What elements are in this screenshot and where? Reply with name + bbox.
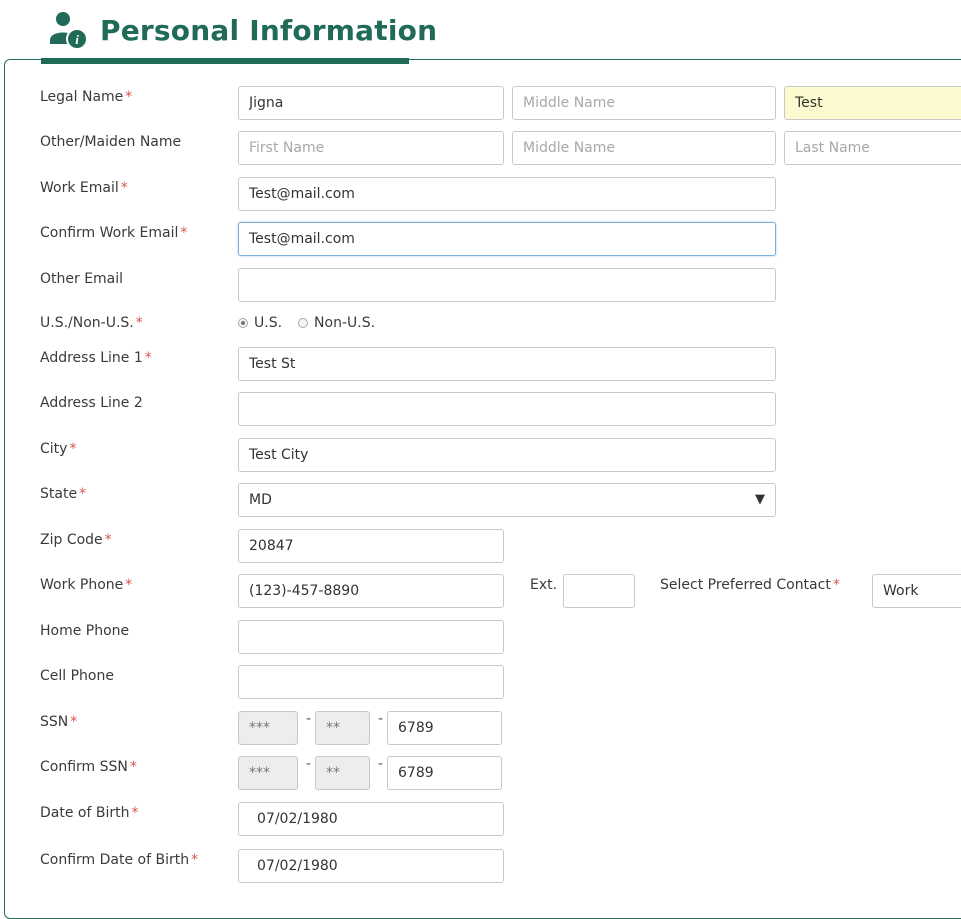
user-info-icon: i xyxy=(46,8,90,52)
other-last-name-input[interactable] xyxy=(784,131,961,165)
label-address2: Address Line 2 xyxy=(40,395,143,411)
address-line1-input[interactable] xyxy=(238,347,776,381)
label-address1: Address Line 1 * xyxy=(40,350,152,366)
state-select-value: MD xyxy=(249,492,272,508)
label-confirm-dob: Confirm Date of Birth * xyxy=(40,852,199,868)
panel-accent-bar xyxy=(41,58,409,64)
label-ssn: SSN * xyxy=(40,714,78,730)
page-header: i Personal Information xyxy=(46,6,437,54)
other-first-name-input[interactable] xyxy=(238,131,504,165)
other-email-input[interactable] xyxy=(238,268,776,302)
label-legal-name: Legal Name * xyxy=(40,89,133,105)
confirm-ssn-dash-2: - xyxy=(378,756,384,772)
label-work-email: Work Email * xyxy=(40,180,128,196)
label-us-non-us: U.S./Non-U.S. * xyxy=(40,315,143,331)
label-work-phone: Work Phone * xyxy=(40,577,133,593)
confirm-ssn-part1-input[interactable] xyxy=(238,756,298,790)
svg-text:i: i xyxy=(75,32,79,47)
caret-down-icon: ▼ xyxy=(755,492,765,507)
label-state: State * xyxy=(40,486,87,502)
legal-middle-name-input[interactable] xyxy=(512,86,776,120)
label-confirm-work-email: Confirm Work Email * xyxy=(40,225,188,241)
confirm-ssn-part2-input[interactable] xyxy=(315,756,370,790)
cell-phone-input[interactable] xyxy=(238,665,504,699)
date-of-birth-input[interactable] xyxy=(238,802,504,836)
label-preferred-contact: Select Preferred Contact * xyxy=(660,577,840,593)
ssn-part3-input[interactable] xyxy=(387,711,502,745)
label-dob: Date of Birth * xyxy=(40,805,139,821)
label-cell-phone: Cell Phone xyxy=(40,668,114,684)
preferred-contact-value: Work xyxy=(883,583,919,599)
zip-code-input[interactable] xyxy=(238,529,504,563)
preferred-contact-select[interactable]: Work xyxy=(872,574,961,608)
confirm-date-of-birth-input[interactable] xyxy=(238,849,504,883)
city-input[interactable] xyxy=(238,438,776,472)
page-title: Personal Information xyxy=(100,13,438,47)
legal-first-name-input[interactable] xyxy=(238,86,504,120)
home-phone-input[interactable] xyxy=(238,620,504,654)
ssn-dash-1: - xyxy=(306,711,312,727)
label-ext: Ext. xyxy=(530,577,558,593)
label-zip: Zip Code * xyxy=(40,532,112,548)
radio-us[interactable] xyxy=(238,318,248,328)
legal-last-name-input[interactable] xyxy=(784,86,961,120)
ssn-part1-input[interactable] xyxy=(238,711,298,745)
work-phone-input[interactable] xyxy=(238,574,504,608)
label-home-phone: Home Phone xyxy=(40,623,130,639)
other-middle-name-input[interactable] xyxy=(512,131,776,165)
confirm-ssn-part3-input[interactable] xyxy=(387,756,502,790)
work-email-input[interactable] xyxy=(238,177,776,211)
ssn-dash-2: - xyxy=(378,711,384,727)
us-non-us-radio-group: U.S. Non-U.S. xyxy=(238,315,375,331)
state-select[interactable]: MD ▼ xyxy=(238,483,776,517)
label-confirm-ssn: Confirm SSN * xyxy=(40,759,137,775)
confirm-work-email-input[interactable] xyxy=(238,222,776,256)
radio-non-us[interactable] xyxy=(298,318,309,328)
ext-input[interactable] xyxy=(563,574,635,608)
ssn-part2-input[interactable] xyxy=(315,711,370,745)
radio-non-us-label[interactable]: Non-U.S. xyxy=(314,315,375,331)
address-line2-input[interactable] xyxy=(238,392,776,426)
label-other-email: Other Email xyxy=(40,271,124,287)
label-city: City * xyxy=(40,441,77,457)
confirm-ssn-dash-1: - xyxy=(306,756,312,772)
radio-us-label[interactable]: U.S. xyxy=(254,315,282,331)
label-other-name: Other/Maiden Name xyxy=(40,134,182,150)
